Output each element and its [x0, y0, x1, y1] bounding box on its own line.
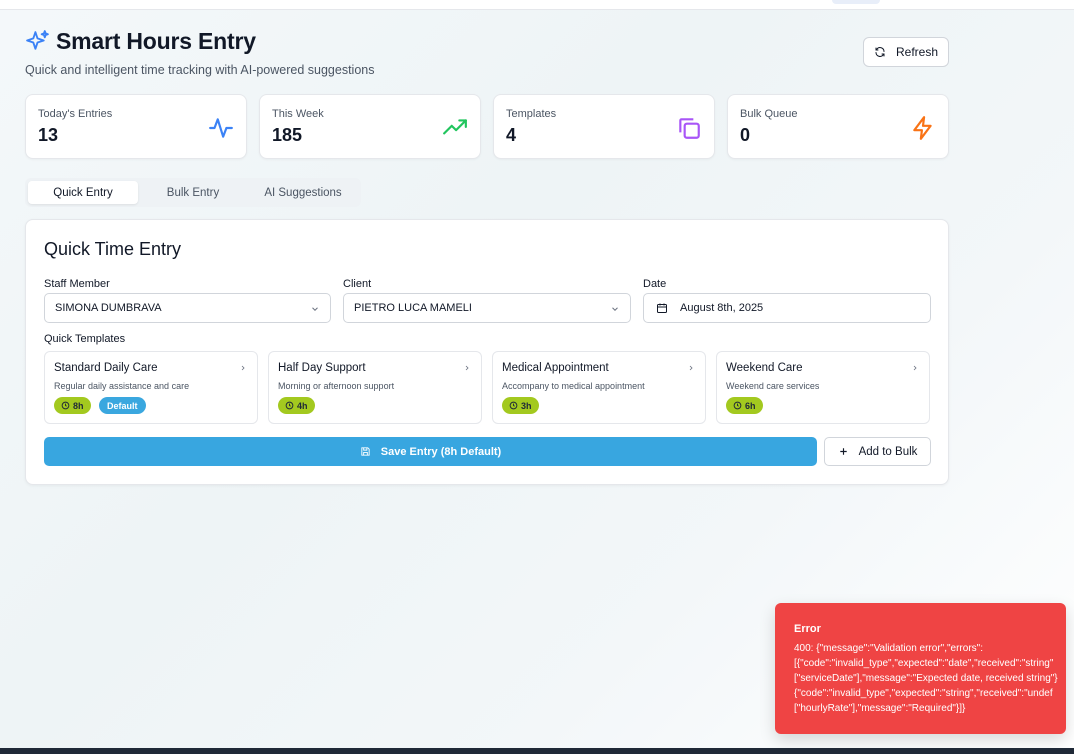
- chevron-right-icon: [465, 365, 469, 371]
- top-bar: [0, 0, 1074, 10]
- client-select[interactable]: PIETRO LUCA MAMELI: [343, 293, 631, 323]
- hours-value: 6h: [745, 400, 756, 411]
- refresh-label: Refresh: [895, 45, 939, 59]
- trending-up-icon: [443, 119, 467, 135]
- clock-icon: [733, 401, 742, 410]
- hours-value: 4h: [297, 400, 308, 411]
- staff-select[interactable]: SIMONA DUMBRAVA: [44, 293, 331, 323]
- tab-quick-entry[interactable]: Quick Entry: [28, 181, 138, 204]
- calendar-icon: [657, 303, 667, 313]
- stat-label: Bulk Queue: [740, 108, 798, 120]
- stat-label: Today's Entries: [38, 108, 113, 120]
- stat-bulk-queue: Bulk Queue 0: [727, 94, 949, 159]
- card-title: Quick Time Entry: [44, 239, 182, 259]
- template-name: Medical Appointment: [502, 362, 609, 374]
- tab-list: Quick Entry Bulk Entry AI Suggestions: [25, 178, 361, 207]
- tab-ai-suggestions[interactable]: AI Suggestions: [248, 181, 358, 204]
- toast-body: 400: {"message":"Validation error","erro…: [794, 643, 1058, 714]
- stat-value: 13: [38, 125, 59, 145]
- date-picker[interactable]: August 8th, 2025: [643, 293, 931, 323]
- zap-icon: [913, 116, 932, 140]
- stat-value: 0: [740, 125, 751, 145]
- hours-value: 3h: [521, 400, 532, 411]
- client-label: Client: [343, 278, 372, 290]
- save-entry-button[interactable]: Save Entry (8h Default): [44, 437, 817, 466]
- template-card-standard-daily-care[interactable]: Standard Daily Care Regular daily assist…: [44, 351, 258, 424]
- hours-badge: 8h: [54, 397, 91, 414]
- stat-value: 185: [272, 125, 303, 145]
- templates-label: Quick Templates: [44, 333, 126, 345]
- bottom-bar: [0, 748, 1074, 754]
- activity-icon: [209, 118, 233, 138]
- page-subtitle: Quick and intelligent time tracking with…: [25, 63, 375, 77]
- page-header: Smart Hours Entry Quick and intelligent …: [25, 28, 375, 77]
- staff-value: SIMONA DUMBRAVA: [55, 302, 162, 314]
- chevron-down-icon: [312, 307, 318, 311]
- chevron-right-icon: [913, 365, 917, 371]
- staff-label: Staff Member: [44, 278, 110, 290]
- refresh-icon: [875, 47, 885, 57]
- template-name: Half Day Support: [278, 362, 366, 374]
- hours-badge: 3h: [502, 397, 539, 414]
- clock-icon: [285, 401, 294, 410]
- chevron-right-icon: [241, 365, 245, 371]
- quick-time-entry-card: Quick Time Entry Staff Member SIMONA DUM…: [25, 219, 949, 485]
- template-desc: Accompany to medical appointment: [502, 381, 645, 391]
- default-badge: Default: [99, 397, 146, 414]
- refresh-button[interactable]: Refresh: [863, 37, 949, 67]
- clock-icon: [61, 401, 70, 410]
- top-pill: [832, 0, 880, 4]
- plus-icon: [839, 448, 847, 455]
- date-label: Date: [643, 278, 667, 290]
- page-title: Smart Hours Entry: [56, 28, 256, 54]
- template-desc: Regular daily assistance and care: [54, 381, 190, 391]
- chevron-right-icon: [689, 365, 693, 371]
- stat-label: Templates: [506, 108, 557, 120]
- hours-value: 8h: [73, 400, 84, 411]
- template-name: Standard Daily Care: [54, 362, 158, 374]
- client-value: PIETRO LUCA MAMELI: [354, 302, 472, 314]
- chevron-down-icon: [612, 307, 618, 311]
- error-toast[interactable]: Error 400: {"message":"Validation error"…: [775, 603, 1066, 734]
- template-card-half-day-support[interactable]: Half Day Support Morning or afternoon su…: [268, 351, 482, 424]
- save-label: Save Entry (8h Default): [380, 445, 502, 458]
- stat-templates: Templates 4: [493, 94, 715, 159]
- stat-todays-entries: Today's Entries 13: [25, 94, 247, 159]
- sparkles-icon: [26, 30, 49, 50]
- hours-badge: 6h: [726, 397, 763, 414]
- hours-badge: 4h: [278, 397, 315, 414]
- tab-bulk-entry[interactable]: Bulk Entry: [138, 181, 248, 204]
- template-desc: Morning or afternoon support: [278, 381, 395, 391]
- stat-this-week: This Week 185: [259, 94, 481, 159]
- template-desc: Weekend care services: [726, 381, 820, 391]
- clock-icon: [509, 401, 518, 410]
- save-icon: [361, 447, 370, 456]
- toast-title: Error: [794, 623, 821, 635]
- template-card-medical-appointment[interactable]: Medical Appointment Accompany to medical…: [492, 351, 706, 424]
- template-name: Weekend Care: [726, 362, 803, 374]
- stat-value: 4: [506, 125, 517, 145]
- bulk-label: Add to Bulk: [858, 445, 918, 458]
- add-to-bulk-button[interactable]: Add to Bulk: [824, 437, 931, 466]
- stat-label: This Week: [272, 108, 324, 120]
- copy-icon: [679, 118, 700, 139]
- date-value: August 8th, 2025: [680, 302, 764, 314]
- template-card-weekend-care[interactable]: Weekend Care Weekend care services 6h: [716, 351, 930, 424]
